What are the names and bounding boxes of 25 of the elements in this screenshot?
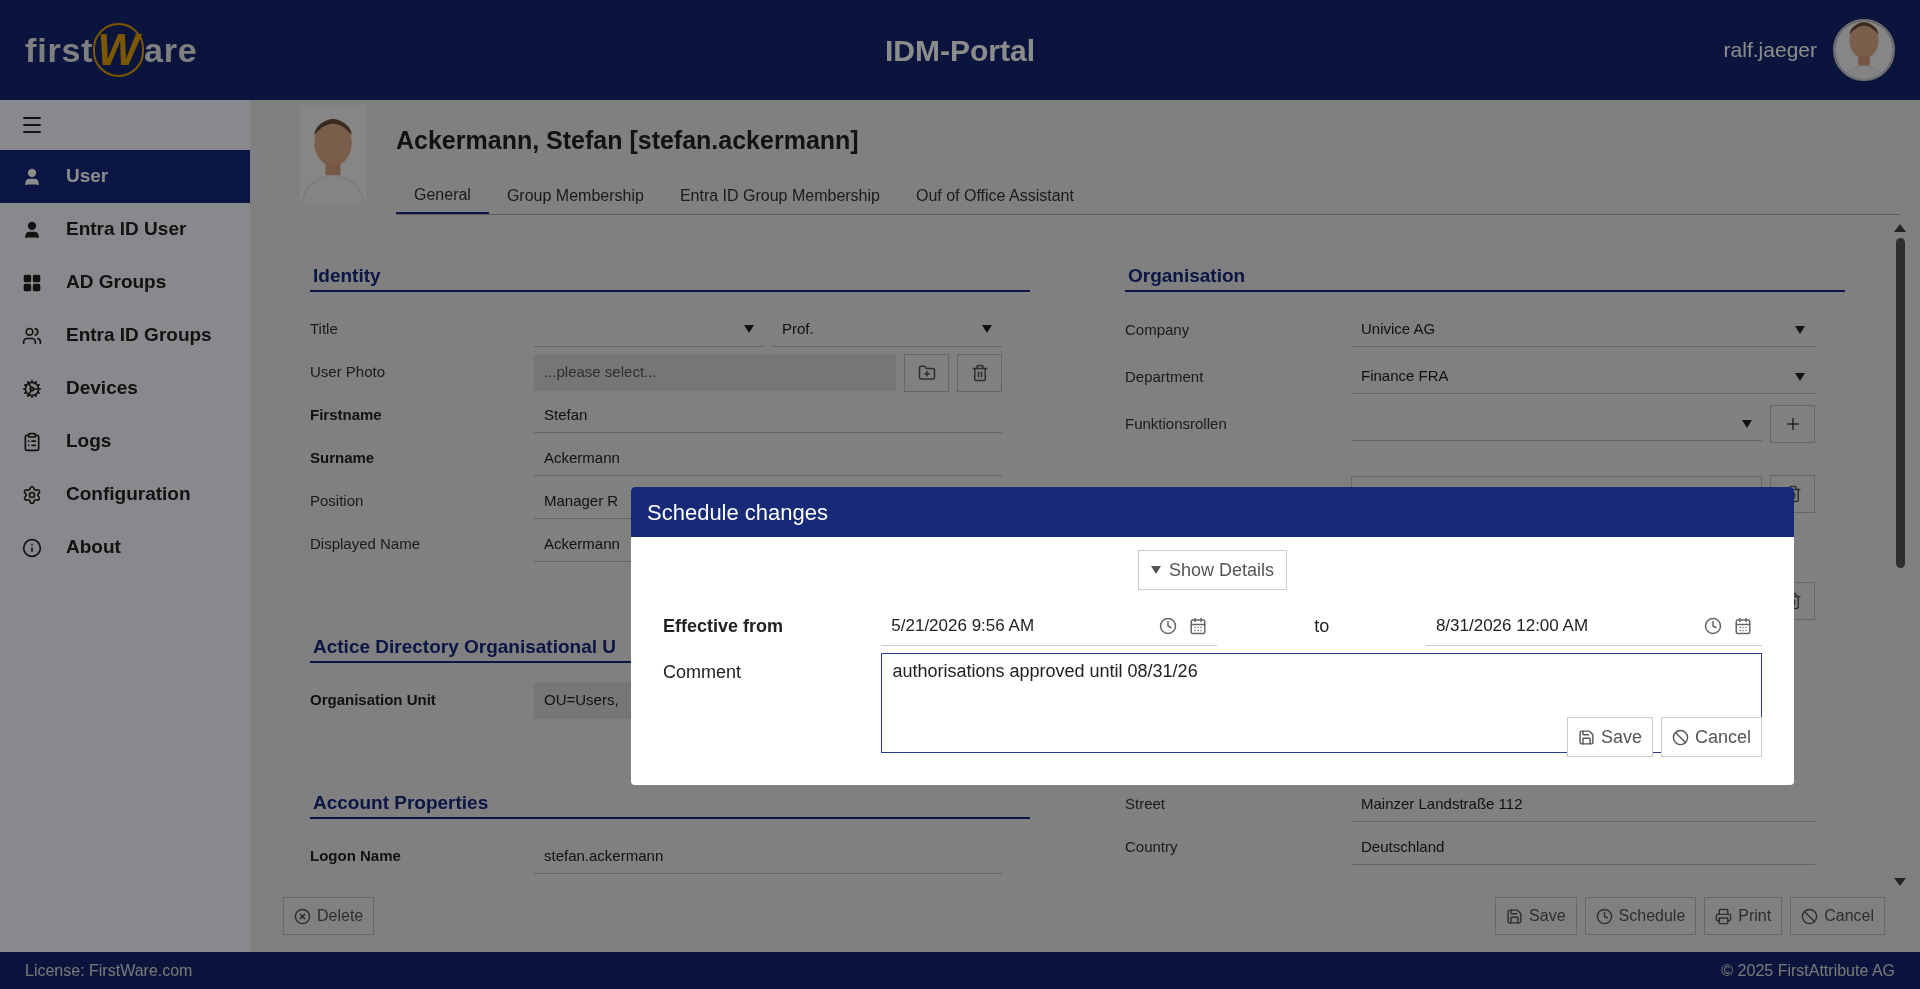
field-label: Title <box>310 320 338 338</box>
field-label: Comment <box>663 661 743 684</box>
field-label: Position <box>310 492 364 510</box>
field-label: Surname <box>310 449 375 467</box>
field-label: Firstname <box>310 406 382 424</box>
range-separator: to <box>1314 614 1330 638</box>
dialog-title: Schedule changes <box>647 498 829 527</box>
app-title: IDM-Portal <box>885 32 1035 69</box>
logo: first Ware <box>25 23 885 77</box>
section-heading: Organisation <box>1125 262 1845 292</box>
license-text: License: FirstWare.com <box>25 960 193 981</box>
field-label: Displayed Name <box>310 535 421 553</box>
field-label: User Photo <box>310 363 386 381</box>
field-label: Department <box>1125 367 1204 385</box>
username: ralf.jaeger <box>1723 37 1817 64</box>
user-heading: Ackermann, Stefan [stefan.ackermann] <box>396 125 860 156</box>
field-label: Company <box>1125 320 1190 338</box>
section-heading: Identity <box>310 262 1030 292</box>
field-label: Logon Name <box>310 847 401 865</box>
copyright-text: © 2025 FirstAttribute AG <box>1721 960 1895 981</box>
field-label: Street <box>1125 795 1166 813</box>
section-heading: Account Properties <box>310 789 1030 819</box>
field-label: Country <box>1125 838 1178 856</box>
field-label: Organisation Unit <box>310 691 436 709</box>
field-label: Funktionsrollen <box>1125 414 1227 432</box>
